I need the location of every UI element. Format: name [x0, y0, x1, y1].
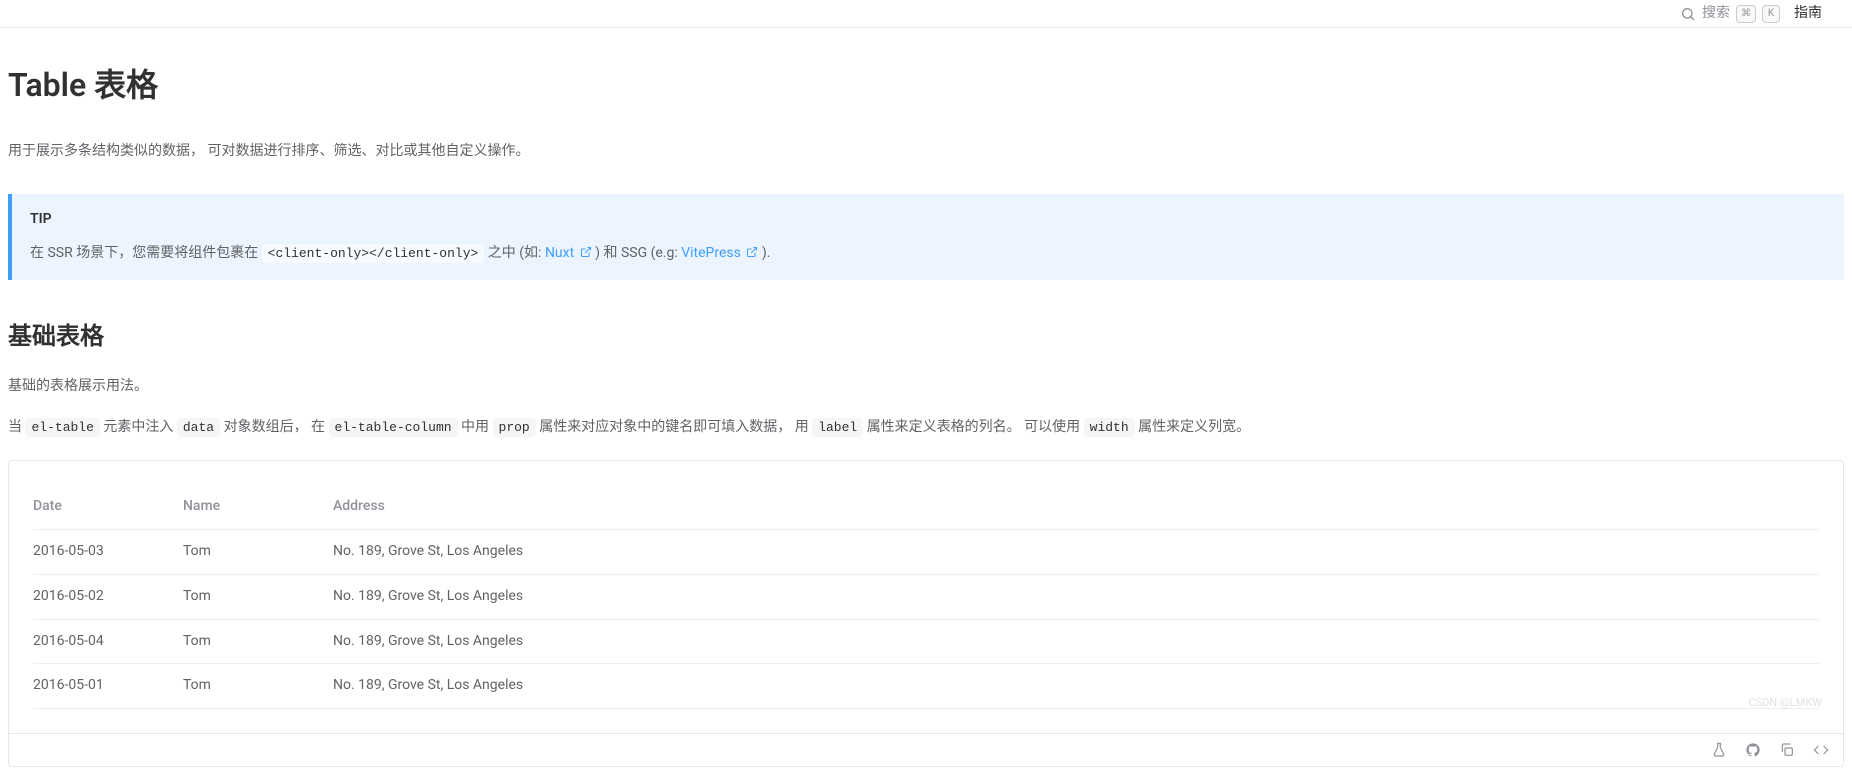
- external-link-icon: [746, 246, 758, 258]
- demo-table: Date Name Address 2016-05-03 Tom No. 189…: [33, 485, 1819, 709]
- flask-icon[interactable]: [1711, 742, 1727, 758]
- cell-date: 2016-05-04: [33, 619, 183, 664]
- table-row: 2016-05-04 Tom No. 189, Grove St, Los An…: [33, 619, 1819, 664]
- detail-t3: 对象数组后， 在: [224, 419, 329, 435]
- page-title: Table 表格: [8, 58, 1844, 112]
- table-row: 2016-05-03 Tom No. 189, Grove St, Los An…: [33, 529, 1819, 574]
- code-icon[interactable]: [1813, 742, 1829, 758]
- cell-address: No. 189, Grove St, Los Angeles: [333, 574, 1819, 619]
- table-row: 2016-05-02 Tom No. 189, Grove St, Los An…: [33, 574, 1819, 619]
- cell-address: No. 189, Grove St, Los Angeles: [333, 619, 1819, 664]
- content-area: Table 表格 用于展示多条结构类似的数据， 可对数据进行排序、筛选、对比或其…: [0, 28, 1852, 767]
- detail-c2: data: [177, 418, 220, 437]
- cell-address: No. 189, Grove St, Los Angeles: [333, 664, 1819, 709]
- tip-link-vitepress[interactable]: VitePress: [681, 245, 762, 261]
- detail-t5: 属性来对应对象中的键名即可填入数据， 用: [539, 419, 812, 435]
- detail-c3: el-table-column: [329, 418, 458, 437]
- cell-name: Tom: [183, 664, 333, 709]
- example-toolbar: [9, 733, 1843, 766]
- cell-name: Tom: [183, 529, 333, 574]
- detail-t7: 属性来定义列宽。: [1138, 419, 1250, 435]
- table-header-address: Address: [333, 485, 1819, 529]
- detail-c4: prop: [493, 418, 536, 437]
- cell-name: Tom: [183, 619, 333, 664]
- detail-t2: 元素中注入: [103, 419, 176, 435]
- tip-text-mid1: 之中 (如:: [488, 245, 545, 261]
- search-icon: [1680, 6, 1696, 22]
- cell-name: Tom: [183, 574, 333, 619]
- tip-text-prefix: 在 SSR 场景下，您需要将组件包裹在: [30, 245, 262, 261]
- cell-address: No. 189, Grove St, Los Angeles: [333, 529, 1819, 574]
- tip-link-nuxt[interactable]: Nuxt: [545, 245, 595, 261]
- section-desc: 基础的表格展示用法。: [8, 375, 1844, 399]
- detail-t4: 中用: [461, 419, 492, 435]
- search-button[interactable]: 搜索 ⌘ K: [1680, 2, 1780, 26]
- kbd-cmd: ⌘: [1736, 5, 1756, 23]
- detail-c6: width: [1084, 418, 1135, 437]
- detail-c1: el-table: [25, 418, 99, 437]
- detail-c5: label: [812, 418, 863, 437]
- cell-date: 2016-05-02: [33, 574, 183, 619]
- tip-text-mid2: ) 和 SSG (e.g:: [595, 245, 681, 261]
- example-card: Date Name Address 2016-05-03 Tom No. 189…: [8, 460, 1844, 767]
- tip-text-suffix: ).: [762, 245, 771, 261]
- tip-link-nuxt-label: Nuxt: [545, 245, 574, 261]
- detail-t1: 当: [8, 419, 25, 435]
- section-title: 基础表格: [8, 316, 1844, 357]
- copy-icon[interactable]: [1779, 742, 1795, 758]
- github-icon[interactable]: [1745, 742, 1761, 758]
- table-header-name: Name: [183, 485, 333, 529]
- example-body: Date Name Address 2016-05-03 Tom No. 189…: [9, 461, 1843, 733]
- tip-box: TIP 在 SSR 场景下，您需要将组件包裹在 <client-only></c…: [8, 194, 1844, 280]
- detail-t6: 属性来定义表格的列名。 可以使用: [867, 419, 1084, 435]
- table-row: 2016-05-01 Tom No. 189, Grove St, Los An…: [33, 664, 1819, 709]
- tip-code: <client-only></client-only>: [262, 244, 485, 263]
- cell-date: 2016-05-01: [33, 664, 183, 709]
- tip-label: TIP: [30, 208, 1826, 232]
- search-label: 搜索: [1702, 2, 1730, 26]
- cell-date: 2016-05-03: [33, 529, 183, 574]
- tip-body: 在 SSR 场景下，您需要将组件包裹在 <client-only></clien…: [30, 242, 1826, 266]
- top-bar: 搜索 ⌘ K 指南: [0, 0, 1852, 28]
- table-header-row: Date Name Address: [33, 485, 1819, 529]
- kbd-k: K: [1762, 5, 1780, 23]
- nav-guide[interactable]: 指南: [1794, 2, 1822, 26]
- section-detail: 当 el-table 元素中注入 data 对象数组后， 在 el-table-…: [8, 416, 1844, 440]
- table-header-date: Date: [33, 485, 183, 529]
- page-intro: 用于展示多条结构类似的数据， 可对数据进行排序、筛选、对比或其他自定义操作。: [8, 140, 1844, 164]
- external-link-icon: [580, 246, 592, 258]
- tip-link-vitepress-label: VitePress: [681, 245, 741, 261]
